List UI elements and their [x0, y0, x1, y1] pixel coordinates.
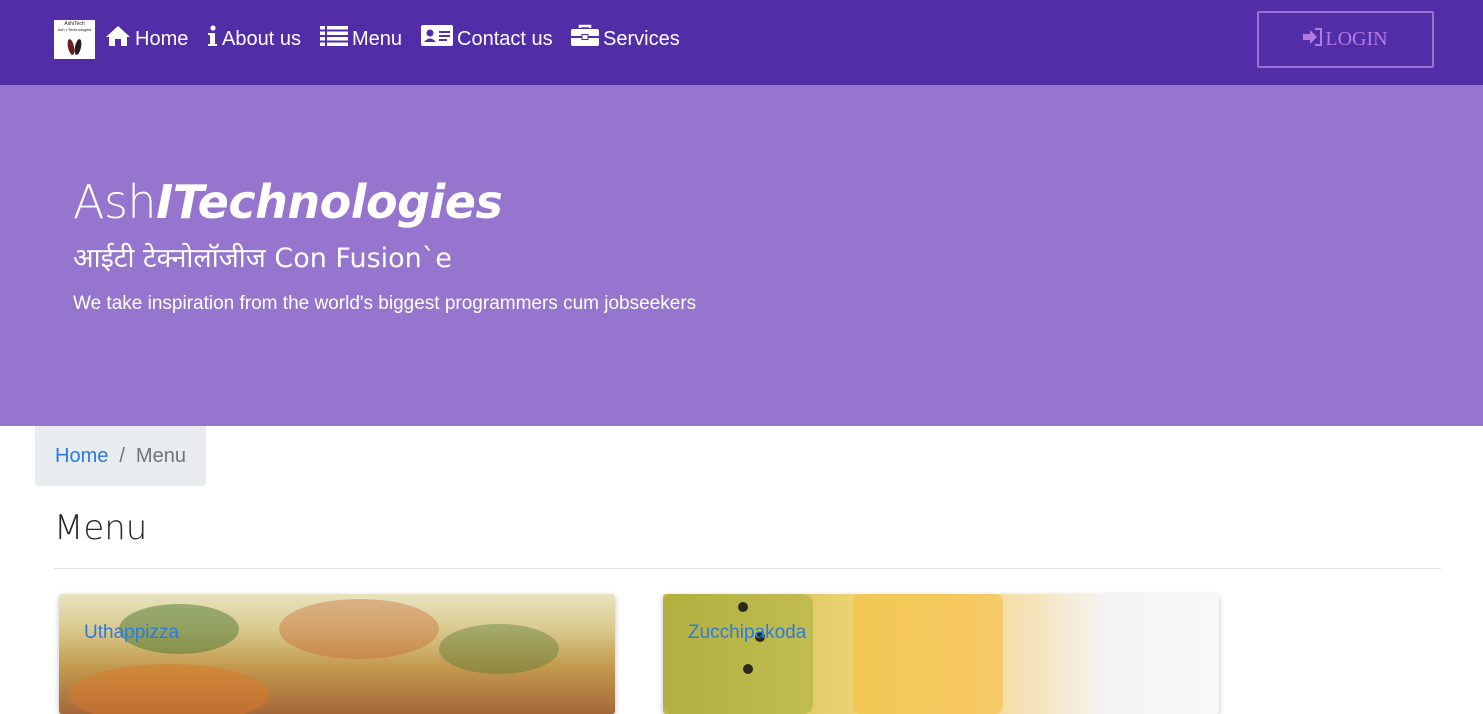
card-image-texture [279, 599, 439, 659]
briefcase-icon [571, 24, 599, 54]
info-icon [207, 25, 218, 53]
dish-card-uthappizza[interactable]: Uthappizza [59, 594, 615, 714]
breadcrumb: Home / Menu [35, 426, 206, 486]
breadcrumb-separator: / [119, 444, 125, 467]
divider [54, 568, 1441, 569]
breadcrumb-current: Menu [135, 444, 186, 467]
brand-logo[interactable]: AshiTech Ash I Technologies [54, 20, 95, 59]
login-button[interactable]: LOGIN [1257, 11, 1434, 68]
page-title: Menu [54, 508, 148, 548]
jumbotron-tagline: We take inspiration from the world's big… [73, 293, 697, 314]
jumbotron-subtitle: आईटी टेक्नोलॉजीज Con Fusion`e [73, 243, 452, 274]
card-title[interactable]: Zucchipakoda [688, 622, 806, 644]
nav-menu-label: Menu [352, 27, 403, 50]
logo-leaf-right [73, 38, 83, 56]
list-icon [320, 25, 348, 53]
nav-home-label: Home [135, 27, 189, 50]
address-card-icon [421, 24, 453, 54]
sign-in-icon [1303, 27, 1323, 52]
navbar: AshiTech Ash I Technologies Home About u… [0, 0, 1483, 85]
card-image-texture [743, 664, 753, 674]
login-label: LOGIN [1325, 28, 1388, 50]
logo-line2: Ash I Technologies [57, 27, 92, 32]
jumbotron-title: AshITechnologies [73, 174, 503, 230]
dish-card-zucchipakoda[interactable]: Zucchipakoda [663, 594, 1219, 714]
card-image-texture [439, 624, 559, 674]
home-icon [105, 25, 131, 53]
title-plain: Ash [73, 175, 157, 229]
nav-contact-label: Contact us [457, 27, 553, 50]
nav-services-label: Services [603, 27, 680, 50]
card-title[interactable]: Uthappizza [84, 622, 179, 644]
nav-about-label: About us [222, 27, 301, 50]
nav-home[interactable]: Home [105, 26, 188, 52]
card-image-texture [738, 602, 748, 612]
nav-contact[interactable]: Contact us [421, 24, 553, 54]
nav-about[interactable]: About us [207, 25, 301, 53]
card-image-texture [69, 664, 269, 714]
title-emphasis: ITechnologies [156, 175, 503, 229]
breadcrumb-home[interactable]: Home [55, 445, 108, 468]
card-image-texture [663, 594, 813, 714]
nav-menu[interactable]: Menu [320, 26, 402, 52]
nav-services[interactable]: Services [571, 24, 680, 54]
card-image-texture [853, 594, 1003, 714]
